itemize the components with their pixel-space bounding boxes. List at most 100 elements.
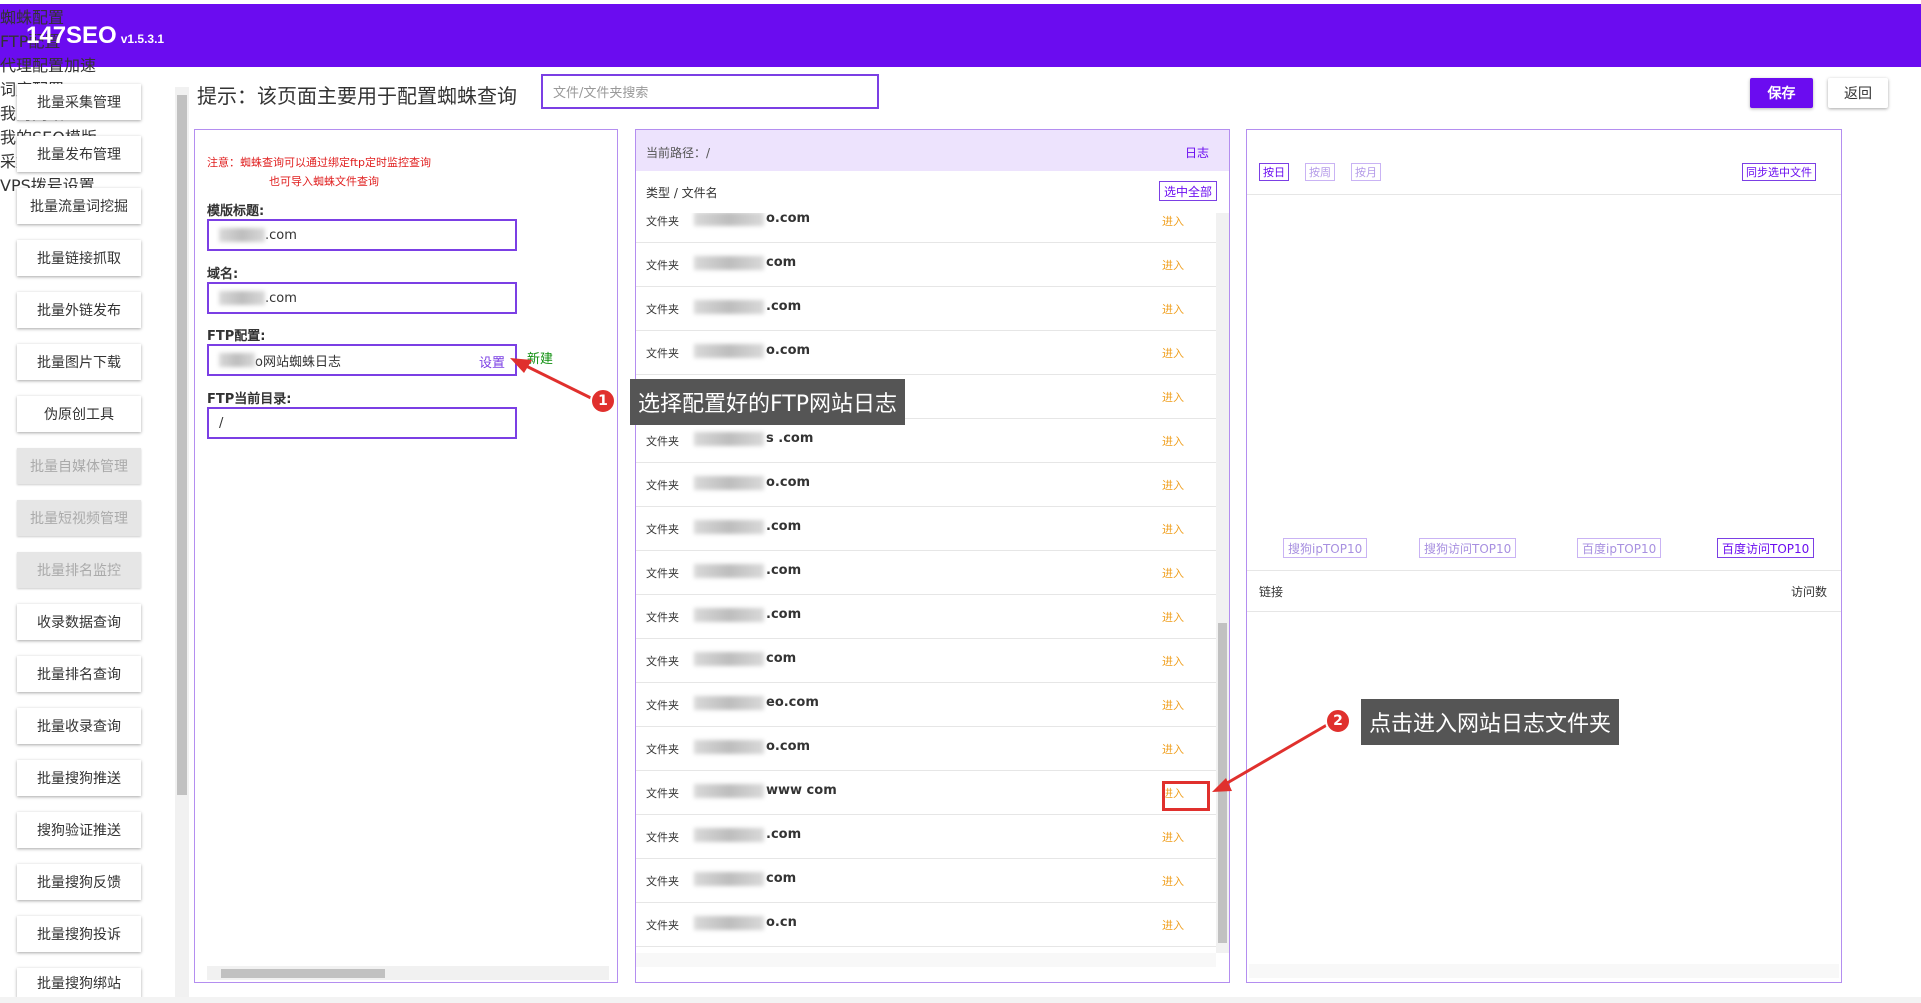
ftp-config-value: o网站蜘蛛日志 bbox=[255, 354, 341, 370]
col-link-header: 链接 bbox=[1259, 585, 1284, 599]
file-type: 文件夹 bbox=[646, 303, 679, 316]
file-name-text: o.com bbox=[766, 739, 811, 754]
top-header: 147SEOv1.5.3.1 蜘蛛配置 FTP配置 代理配置加速 词库配置 我的… bbox=[0, 4, 1921, 195]
file-type: 文件夹 bbox=[646, 611, 679, 624]
ftp-config-label: FTP配置: bbox=[207, 329, 266, 344]
save-button[interactable]: 保存 bbox=[1750, 78, 1813, 108]
select-all-button[interactable]: 选中全部 bbox=[1158, 181, 1217, 201]
template-title-field[interactable]: .com bbox=[207, 219, 517, 251]
by-week-button[interactable]: 按周 bbox=[1305, 163, 1335, 181]
redacted-mask bbox=[694, 871, 764, 886]
file-row: 文件夹 .com 进入 bbox=[636, 551, 1216, 595]
enter-folder-link[interactable]: 进入 bbox=[1162, 345, 1184, 361]
file-name-text: .com bbox=[766, 563, 802, 578]
sidebar-index-query[interactable]: 批量收录查询 bbox=[17, 708, 141, 744]
enter-folder-link[interactable]: 进入 bbox=[1162, 213, 1184, 229]
redacted-mask bbox=[694, 519, 764, 534]
sidebar-scroll-thumb[interactable] bbox=[177, 95, 187, 795]
path-bar: 当前路径：/ 日志 bbox=[636, 130, 1229, 171]
sidebar-sogou-bind[interactable]: 批量搜狗绑站 bbox=[17, 968, 141, 998]
page-hint: 提示：该页面主要用于配置蜘蛛查询 bbox=[197, 84, 517, 108]
sidebar-batch-collect[interactable]: 批量采集管理 bbox=[17, 84, 141, 120]
file-row: 文件夹 s .com 进入 bbox=[636, 419, 1216, 463]
sidebar-sogou-feedback[interactable]: 批量搜狗反馈 bbox=[17, 864, 141, 900]
enter-folder-link[interactable]: 进入 bbox=[1162, 477, 1184, 493]
sidebar-scrollbar[interactable] bbox=[175, 87, 189, 1003]
sidebar-sogou-push[interactable]: 批量搜狗推送 bbox=[17, 760, 141, 796]
config-hscrollbar[interactable] bbox=[207, 966, 609, 980]
enter-folder-link[interactable]: 进入 bbox=[1162, 653, 1184, 669]
file-name-text: o.com bbox=[766, 213, 811, 226]
file-name-text: o.com bbox=[766, 475, 811, 490]
tab-sogou-visit-top10[interactable]: 搜狗访问TOP10 bbox=[1419, 538, 1517, 558]
enter-folder-link[interactable]: 进入 bbox=[1162, 609, 1184, 625]
tab-baidu-visit-top10[interactable]: 百度访问TOP10 bbox=[1717, 538, 1815, 558]
sidebar-link-crawl[interactable]: 批量链接抓取 bbox=[17, 240, 141, 276]
sidebar-rank-monitor: 批量排名监控 bbox=[17, 552, 141, 588]
file-row: 文件夹 eo.com 进入 bbox=[636, 683, 1216, 727]
file-row: 文件夹 .com 进入 bbox=[636, 815, 1216, 859]
tab-baidu-ip-top10[interactable]: 百度ipTOP10 bbox=[1577, 538, 1662, 558]
note-line-2: 也可导入蜘蛛文件查询 bbox=[269, 175, 379, 188]
enter-folder-link[interactable]: 进入 bbox=[1162, 829, 1184, 845]
file-type: 文件夹 bbox=[646, 523, 679, 536]
redacted-mask bbox=[694, 431, 764, 446]
file-row: 文件夹 o.cn 进入 bbox=[636, 903, 1216, 947]
enter-folder-link[interactable]: 进入 bbox=[1162, 257, 1184, 273]
enter-folder-link[interactable]: 进入 bbox=[1162, 433, 1184, 449]
redacted-mask bbox=[694, 563, 764, 578]
file-type: 文件夹 bbox=[646, 831, 679, 844]
tab-sogou-ip-top10[interactable]: 搜狗ipTOP10 bbox=[1283, 538, 1368, 558]
redacted-mask bbox=[694, 607, 764, 622]
by-month-button[interactable]: 按月 bbox=[1351, 163, 1381, 181]
file-list-scrollbar[interactable] bbox=[1216, 213, 1229, 953]
sidebar-sogou-verify-push[interactable]: 搜狗验证推送 bbox=[17, 812, 141, 848]
sync-selected-button[interactable]: 同步选中文件 bbox=[1742, 163, 1816, 181]
divider bbox=[1247, 194, 1841, 195]
current-path: 当前路径：/ bbox=[646, 146, 711, 160]
file-row: 文件夹 .com 进入 bbox=[636, 287, 1216, 331]
ftp-settings-link[interactable]: 设置 bbox=[479, 352, 505, 371]
sidebar-traffic-keywords[interactable]: 批量流量词挖掘 bbox=[17, 188, 141, 224]
sidebar-image-download[interactable]: 批量图片下载 bbox=[17, 344, 141, 380]
sidebar-rank-query[interactable]: 批量排名查询 bbox=[17, 656, 141, 692]
template-title-value: .com bbox=[265, 227, 297, 243]
file-list-scroll-thumb[interactable] bbox=[1218, 623, 1227, 943]
annotation-1-text: 选择配置好的FTP网站日志 bbox=[630, 379, 905, 425]
ftp-new-link[interactable]: 新建 bbox=[527, 348, 553, 367]
log-link[interactable]: 日志 bbox=[1185, 144, 1209, 161]
stats-hscrollbar[interactable] bbox=[1249, 964, 1839, 978]
file-type: 文件夹 bbox=[646, 215, 679, 228]
by-day-button[interactable]: 按日 bbox=[1259, 163, 1289, 181]
enter-folder-link[interactable]: 进入 bbox=[1162, 917, 1184, 933]
ftp-config-select[interactable]: o网站蜘蛛日志 设置 bbox=[207, 344, 517, 376]
enter-folder-link[interactable]: 进入 bbox=[1162, 521, 1184, 537]
annotation-2-text: 点击进入网站日志文件夹 bbox=[1361, 699, 1620, 745]
ftp-dir-field[interactable]: / bbox=[207, 407, 517, 439]
enter-folder-link[interactable]: 进入 bbox=[1162, 389, 1184, 405]
sidebar-batch-publish[interactable]: 批量发布管理 bbox=[17, 136, 141, 172]
back-button[interactable]: 返回 bbox=[1828, 78, 1888, 108]
enter-folder-link[interactable]: 进入 bbox=[1162, 697, 1184, 713]
enter-folder-link[interactable]: 进入 bbox=[1162, 565, 1184, 581]
sidebar-pseudo-original[interactable]: 伪原创工具 bbox=[17, 396, 141, 432]
domain-field[interactable]: .com bbox=[207, 282, 517, 314]
config-hscroll-thumb[interactable] bbox=[221, 969, 385, 978]
file-name-text: .com bbox=[766, 299, 802, 314]
enter-folder-link[interactable]: 进入 bbox=[1162, 301, 1184, 317]
file-row: 文件夹 o.com 进入 bbox=[636, 463, 1216, 507]
domain-value: .com bbox=[265, 290, 297, 306]
bottom-strip bbox=[0, 997, 1921, 1003]
sidebar-index-data[interactable]: 收录数据查询 bbox=[17, 604, 141, 640]
enter-folder-link[interactable]: 进入 bbox=[1162, 741, 1184, 757]
file-name: s .com bbox=[694, 431, 813, 446]
sidebar-backlink-publish[interactable]: 批量外链发布 bbox=[17, 292, 141, 328]
file-search-input[interactable]: 文件/文件夹搜索 bbox=[541, 74, 879, 109]
redacted-mask bbox=[219, 353, 255, 367]
file-name-text: .com bbox=[766, 607, 802, 622]
sidebar-sogou-complaint[interactable]: 批量搜狗投诉 bbox=[17, 916, 141, 952]
file-name: o.cn bbox=[694, 915, 797, 930]
redacted-mask bbox=[694, 915, 764, 930]
file-list-hscrollbar[interactable] bbox=[636, 953, 1216, 967]
enter-folder-link[interactable]: 进入 bbox=[1162, 873, 1184, 889]
